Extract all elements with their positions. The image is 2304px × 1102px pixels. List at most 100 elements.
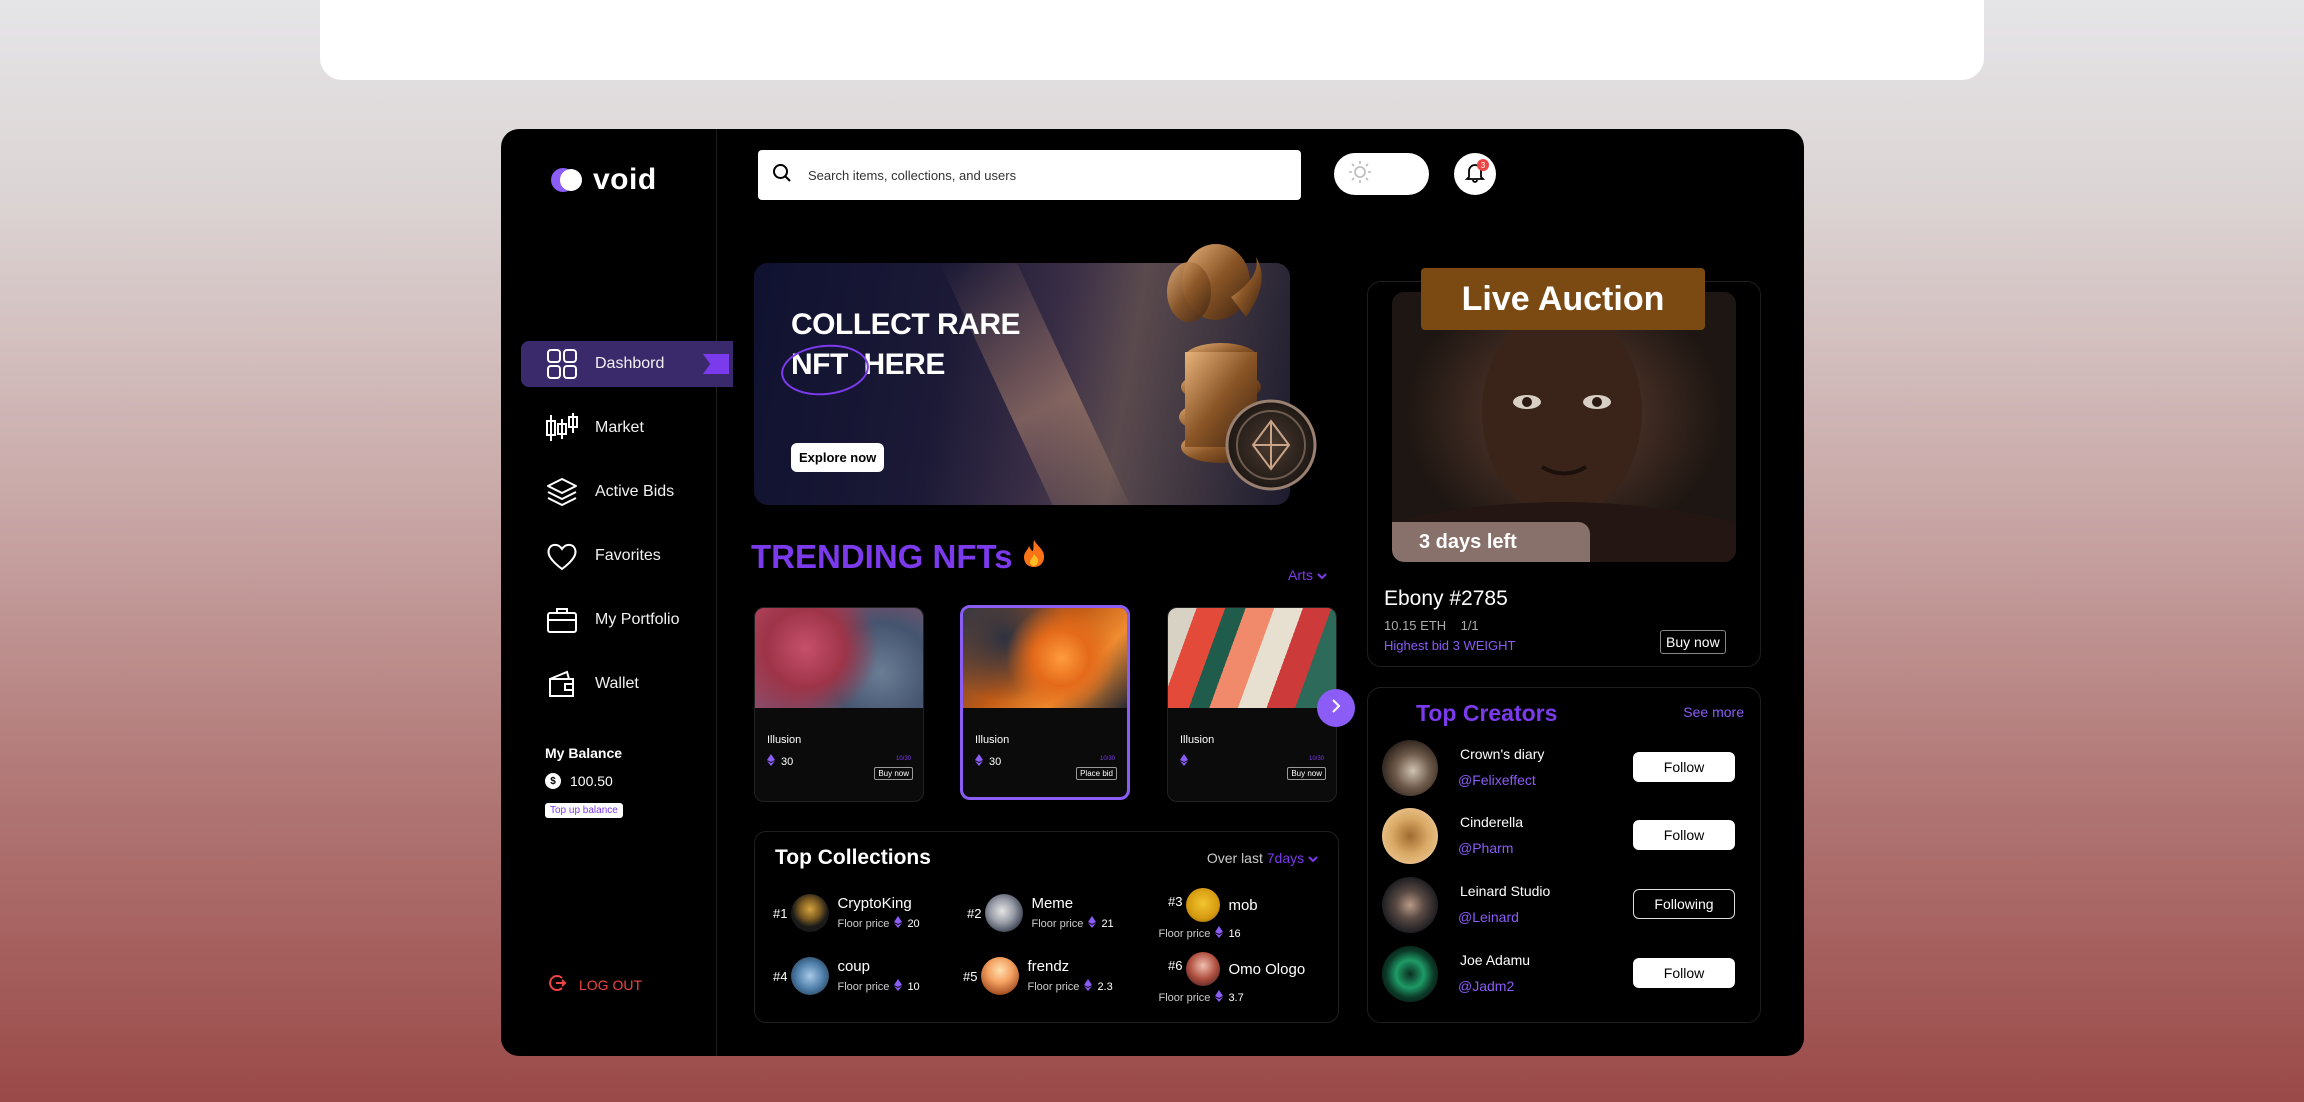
- floor-value: 2.3: [1097, 980, 1113, 993]
- sidebar-item-label: Market: [595, 419, 644, 436]
- hero-sculpture-image: [1121, 237, 1321, 507]
- avatar: [985, 894, 1024, 932]
- nft-card-name: Illusion: [1180, 734, 1215, 746]
- eth-icon: [1084, 979, 1093, 994]
- logo[interactable]: void: [551, 163, 657, 197]
- avatar: [1186, 952, 1221, 986]
- sidebar-item-my-portfolio[interactable]: My Portfolio: [521, 597, 733, 643]
- sidebar-nav: Dashbord Market Active Bids Favorites My…: [521, 341, 733, 725]
- collection-name: mob: [1228, 896, 1258, 914]
- eth-icon: [1088, 916, 1097, 931]
- trending-title-text: TRENDING NFTs: [751, 538, 1013, 575]
- explore-now-button[interactable]: Explore now: [791, 443, 885, 472]
- following-button[interactable]: Following: [1633, 889, 1735, 919]
- balance-title: My Balance: [545, 745, 623, 761]
- collection-item[interactable]: #4 coup Floor price 10: [773, 957, 920, 995]
- hero-title-nft: NFT: [791, 345, 848, 385]
- buy-now-button[interactable]: Buy now: [874, 767, 913, 780]
- days-left-badge: 3 days left: [1392, 522, 1590, 562]
- collection-rank: #2: [967, 905, 982, 921]
- creator-handle[interactable]: @Jadm2: [1458, 978, 1514, 994]
- floor-label: Floor price: [1027, 980, 1080, 993]
- search-input[interactable]: [808, 167, 1248, 183]
- sidebar-item-label: Active Bids: [595, 483, 675, 500]
- collection-item[interactable]: #2 Meme Floor price 21: [967, 894, 1114, 932]
- creator-handle[interactable]: @Felixeffect: [1458, 772, 1536, 788]
- creator-handle[interactable]: @Pharm: [1458, 840, 1513, 856]
- period-filter[interactable]: Over last 7days: [1207, 850, 1318, 866]
- creator-name: Joe Adamu: [1460, 952, 1531, 968]
- nft-card-name: Illusion: [975, 734, 1010, 746]
- collection-rank: #3: [1168, 894, 1183, 909]
- collection-rank: #4: [773, 968, 788, 984]
- sidebar-item-favorites[interactable]: Favorites: [521, 533, 733, 579]
- buy-now-button[interactable]: Buy now: [1287, 767, 1326, 780]
- theme-toggle[interactable]: [1334, 153, 1429, 195]
- nft-card[interactable]: Illusion 10/30 Buy now: [1167, 607, 1337, 802]
- top-collections-title: Top Collections: [775, 846, 931, 869]
- avatar: [981, 957, 1020, 995]
- place-bid-button[interactable]: Place bid: [1076, 767, 1117, 780]
- hero-title-here: HERE: [863, 348, 946, 381]
- layers-icon: [545, 475, 579, 509]
- creator-handle[interactable]: @Leinard: [1458, 909, 1519, 925]
- collection-floor: Floor price 16: [1158, 926, 1257, 941]
- nft-card-price: [1180, 754, 1194, 769]
- nft-card[interactable]: Illusion 30 10/30 Place bid: [960, 605, 1130, 800]
- collection-item[interactable]: #5 frendz Floor price 2.3: [963, 957, 1113, 995]
- highest-bid: Highest bid 3 WEIGHT: [1384, 638, 1516, 653]
- search-bar[interactable]: [758, 150, 1301, 200]
- top-creators-panel: Top Creators See more Crown's diary @Fel…: [1367, 687, 1761, 1023]
- eth-icon: [1215, 990, 1224, 1005]
- logout-button[interactable]: LOG OUT: [547, 973, 642, 996]
- avatar[interactable]: [1382, 946, 1438, 1002]
- browser-top-bar: [320, 0, 1984, 80]
- creator-name: Cinderella: [1460, 814, 1524, 830]
- fire-icon: [1021, 538, 1047, 576]
- sidebar-item-dashboard[interactable]: Dashbord: [521, 341, 733, 387]
- collection-rank: #6: [1168, 958, 1183, 973]
- creator-item: Joe Adamu @Jadm2 Follow: [1382, 946, 1752, 1002]
- briefcase-icon: [545, 603, 579, 637]
- sun-icon: [1348, 160, 1372, 189]
- avatar: [791, 894, 830, 932]
- nft-card-edition: 10/30: [895, 756, 911, 762]
- grid-icon: [545, 347, 579, 381]
- follow-button[interactable]: Follow: [1633, 958, 1735, 988]
- floor-value: 3.7: [1228, 991, 1244, 1004]
- avatar[interactable]: [1382, 740, 1438, 796]
- collection-name: Omo Ologo: [1228, 960, 1306, 978]
- avatar[interactable]: [1382, 808, 1438, 864]
- nft-card[interactable]: Illusion 30 10/30 Buy now: [754, 607, 924, 802]
- collection-name: frendz: [1027, 958, 1070, 975]
- sidebar-item-wallet[interactable]: Wallet: [521, 661, 733, 707]
- notification-button[interactable]: 3: [1454, 153, 1496, 195]
- top-up-button[interactable]: Top up balance: [545, 803, 623, 818]
- buy-now-button[interactable]: Buy now: [1660, 630, 1726, 654]
- eth-icon: [894, 916, 903, 931]
- creator-item: Leinard Studio @Leinard Following: [1382, 877, 1752, 933]
- eth-icon: [975, 754, 983, 769]
- live-auction-badge: Live Auction: [1421, 268, 1705, 330]
- chevron-right-icon: [1330, 698, 1342, 719]
- avatar[interactable]: [1382, 877, 1438, 933]
- nft-card-price: 30: [767, 754, 793, 769]
- follow-button[interactable]: Follow: [1633, 752, 1735, 782]
- carousel-next-button[interactable]: [1317, 689, 1355, 727]
- logout-icon: [547, 973, 567, 996]
- sidebar-item-market[interactable]: Market: [521, 405, 733, 451]
- follow-button[interactable]: Follow: [1633, 820, 1735, 850]
- collection-item[interactable]: #1 CryptoKing Floor price 20: [773, 894, 920, 932]
- eth-icon: [767, 754, 775, 769]
- category-filter[interactable]: Arts: [1288, 567, 1327, 583]
- balance-row: $ 100.50: [545, 773, 623, 789]
- floor-label: Floor price: [837, 980, 890, 993]
- sidebar-item-active-bids[interactable]: Active Bids: [521, 469, 733, 515]
- auction-item-name: Ebony #2785: [1384, 587, 1508, 610]
- auction-image[interactable]: 3 days left: [1392, 292, 1736, 562]
- collection-item[interactable]: #3 mob Floor price 16: [1158, 888, 1258, 941]
- see-more-link[interactable]: See more: [1683, 704, 1744, 720]
- wallet-icon: [545, 667, 579, 701]
- hero-title-line1: COLLECT RARE: [791, 308, 1021, 341]
- collection-item[interactable]: #6 Omo Ologo Floor price 3.7: [1158, 952, 1306, 1005]
